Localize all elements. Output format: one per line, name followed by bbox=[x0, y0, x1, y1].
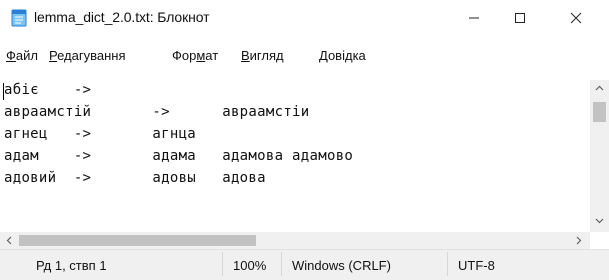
vertical-scroll-thumb[interactable] bbox=[593, 102, 606, 122]
window-title: lemma_dict_2.0.txt: Блокнот bbox=[34, 9, 210, 25]
menu-help[interactable]: Довідка bbox=[319, 48, 366, 63]
menu-help-accel: Д bbox=[319, 48, 328, 63]
status-zoom: 100% bbox=[233, 258, 267, 273]
menu-bar: Файл Редагування Формат Вигляд Довідка bbox=[0, 46, 609, 66]
menu-format-prefix: Фор bbox=[172, 48, 197, 63]
text-line: агнец -> агнца bbox=[4, 126, 197, 142]
status-divider bbox=[447, 252, 448, 276]
notepad-window: lemma_dict_2.0.txt: Блокнот Файл Редагув… bbox=[0, 0, 609, 280]
close-icon bbox=[570, 12, 582, 24]
text-line: адам -> адама адамова адамово bbox=[4, 148, 354, 164]
status-divider bbox=[222, 252, 223, 276]
horizontal-scroll-thumb[interactable] bbox=[19, 235, 256, 246]
status-cursor-position: Рд 1, ствп 1 bbox=[36, 258, 107, 273]
menu-view-accel: В bbox=[241, 48, 250, 63]
text-editor[interactable]: абіє -> авраамстій -> авраамстіи агнец -… bbox=[0, 80, 590, 232]
status-bar: Рд 1, ствп 1 100% Windows (CRLF) UTF-8 bbox=[0, 249, 609, 280]
horizontal-scrollbar[interactable] bbox=[0, 232, 590, 249]
vertical-scrollbar[interactable] bbox=[590, 80, 609, 232]
status-divider bbox=[281, 252, 282, 276]
status-line-endings: Windows (CRLF) bbox=[292, 258, 391, 273]
menu-edit[interactable]: Редагування bbox=[49, 48, 126, 63]
menu-file-label: айл bbox=[15, 48, 38, 63]
maximize-icon bbox=[515, 13, 525, 23]
menu-file[interactable]: Файл bbox=[6, 48, 38, 63]
close-button[interactable] bbox=[553, 0, 599, 36]
menu-format-accel: м bbox=[196, 48, 206, 63]
minimize-button[interactable] bbox=[451, 0, 497, 36]
text-line: абіє -> bbox=[4, 82, 92, 98]
maximize-button[interactable] bbox=[497, 0, 543, 36]
menu-format-label: ат bbox=[205, 48, 219, 63]
title-bar[interactable]: lemma_dict_2.0.txt: Блокнот bbox=[0, 0, 609, 36]
scroll-left-arrow-icon[interactable] bbox=[5, 236, 14, 248]
scroll-down-arrow-icon[interactable] bbox=[595, 216, 604, 228]
scroll-right-arrow-icon[interactable] bbox=[574, 236, 583, 248]
menu-view[interactable]: Вигляд bbox=[241, 48, 284, 63]
menu-edit-accel: Р bbox=[49, 48, 58, 63]
minimize-icon bbox=[469, 17, 479, 19]
menu-format[interactable]: Формат bbox=[172, 48, 218, 63]
menu-file-accel: Ф bbox=[6, 48, 16, 63]
menu-help-label: овідка bbox=[327, 48, 366, 63]
menu-view-label: игляд bbox=[249, 48, 284, 63]
scroll-up-arrow-icon[interactable] bbox=[595, 84, 604, 96]
text-line: адовий -> адовы адова bbox=[4, 170, 266, 186]
menu-edit-label: едагування bbox=[57, 48, 126, 63]
text-caret bbox=[3, 83, 4, 100]
text-line: авраамстій -> авраамстіи bbox=[4, 104, 310, 120]
status-encoding: UTF-8 bbox=[458, 258, 495, 273]
notepad-icon bbox=[10, 9, 28, 27]
